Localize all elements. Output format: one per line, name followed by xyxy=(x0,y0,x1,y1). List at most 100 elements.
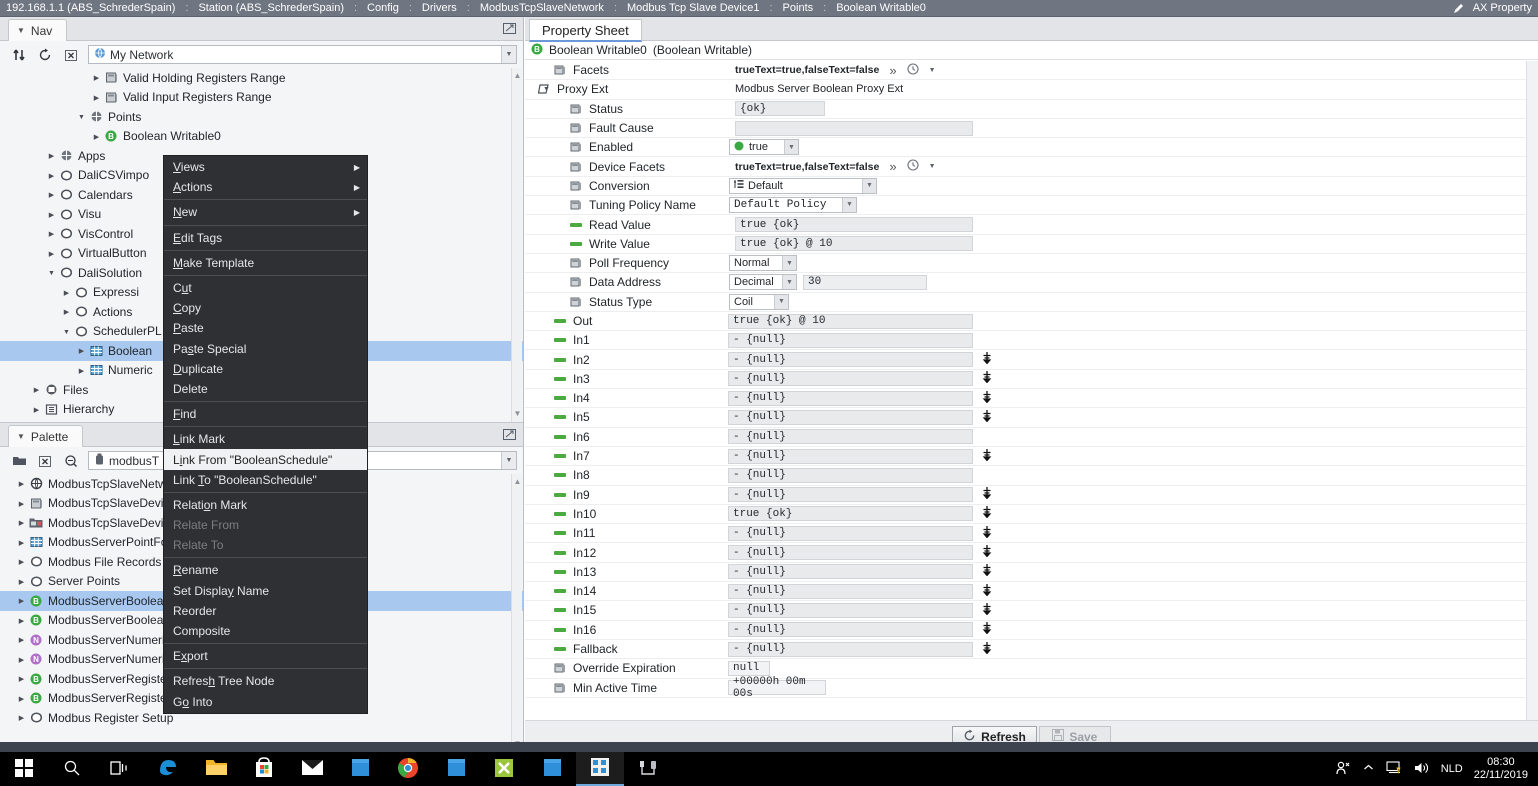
scroll-down-icon[interactable]: ▼ xyxy=(512,408,523,420)
tab-nav[interactable]: ▼ Nav xyxy=(8,19,68,41)
menu-item[interactable]: Composite xyxy=(164,621,367,641)
chevron-down-icon[interactable]: ▼ xyxy=(929,67,936,74)
tree-row[interactable]: ▶ B Boolean Writable0 xyxy=(0,127,523,147)
link-icon[interactable] xyxy=(981,409,993,425)
tree-twisty-icon[interactable]: ▶ xyxy=(15,577,28,586)
link-icon[interactable] xyxy=(981,525,993,541)
volume-icon[interactable] xyxy=(1414,761,1430,778)
property-combo[interactable]: Decimal ▼ xyxy=(729,274,797,291)
tree-twisty-icon[interactable]: ▶ xyxy=(15,557,28,566)
property-twisty-icon[interactable]: ▼ xyxy=(543,86,550,93)
tree-twisty-icon[interactable]: ▶ xyxy=(45,210,58,219)
breadcrumb-item[interactable]: Config xyxy=(361,2,405,14)
excel-button[interactable] xyxy=(480,752,528,786)
menu-item[interactable]: Views ▶ xyxy=(164,157,367,177)
start-button[interactable] xyxy=(0,752,48,786)
people-icon[interactable] xyxy=(1335,760,1351,779)
link-icon[interactable] xyxy=(981,352,993,367)
menu-item[interactable]: Paste xyxy=(164,318,367,338)
tree-twisty-icon[interactable]: ▼ xyxy=(45,268,58,277)
palette-search-dropdown-icon[interactable]: ▼ xyxy=(501,452,516,469)
link-icon[interactable] xyxy=(981,371,993,386)
menu-item[interactable]: Link To "BooleanSchedule" xyxy=(164,470,367,490)
menu-item[interactable]: Rename xyxy=(164,560,367,580)
link-icon[interactable] xyxy=(981,641,993,657)
clock-icon[interactable] xyxy=(907,159,919,174)
tree-twisty-icon[interactable]: ▶ xyxy=(15,635,28,644)
link-icon[interactable] xyxy=(981,583,993,599)
tree-twisty-icon[interactable]: ▶ xyxy=(15,694,28,703)
tree-twisty-icon[interactable]: ▶ xyxy=(45,151,58,160)
scroll-up-icon[interactable]: ▲ xyxy=(512,476,523,488)
menu-item[interactable]: Duplicate xyxy=(164,359,367,379)
window-button-2[interactable] xyxy=(432,752,480,786)
link-icon[interactable] xyxy=(981,506,993,521)
palette-tree-scrollbar[interactable]: ▲ ▼ xyxy=(511,474,522,752)
refresh-icon[interactable] xyxy=(32,44,58,66)
breadcrumb-item[interactable]: ModbusTcpSlaveNetwork xyxy=(474,2,610,14)
tree-twisty-icon[interactable]: ▶ xyxy=(15,596,28,605)
network-warning-icon[interactable]: ! xyxy=(1386,760,1403,778)
tree-twisty-icon[interactable]: ▶ xyxy=(15,674,28,683)
chevron-down-icon[interactable]: ▼ xyxy=(782,256,796,271)
window-button-3[interactable] xyxy=(528,752,576,786)
link-icon[interactable] xyxy=(981,602,993,618)
menu-item[interactable]: New ▶ xyxy=(164,202,367,222)
tree-twisty-icon[interactable]: ▼ xyxy=(60,327,73,336)
tree-twisty-icon[interactable]: ▶ xyxy=(30,385,43,394)
menu-item[interactable]: Refresh Tree Node xyxy=(164,671,367,691)
menu-item[interactable]: Link From "BooleanSchedule" xyxy=(164,449,367,470)
file-explorer-button[interactable] xyxy=(192,752,240,786)
palette-maximize-icon[interactable] xyxy=(502,427,517,442)
property-boolean-combo[interactable]: true ▼ xyxy=(729,139,799,156)
mail-button[interactable] xyxy=(288,752,336,786)
tree-twisty-icon[interactable]: ▶ xyxy=(45,249,58,258)
edit-pencil-icon[interactable] xyxy=(1452,2,1465,15)
tree-twisty-icon[interactable]: ▶ xyxy=(75,366,88,375)
link-icon[interactable] xyxy=(981,564,993,579)
task-view-button[interactable] xyxy=(96,752,144,786)
menu-item[interactable]: Relation Mark xyxy=(164,495,367,515)
tree-twisty-icon[interactable]: ▶ xyxy=(90,73,103,82)
nav-address-dropdown-icon[interactable]: ▼ xyxy=(501,46,516,63)
property-value-input[interactable]: null xyxy=(728,660,770,676)
close-icon[interactable] xyxy=(58,44,84,66)
tree-twisty-icon[interactable]: ▶ xyxy=(15,616,28,625)
menu-item[interactable]: Go Into xyxy=(164,692,367,712)
tree-twisty-icon[interactable]: ▼ xyxy=(75,112,88,121)
chevron-down-icon[interactable]: ▼ xyxy=(774,294,788,309)
menu-item[interactable]: Find xyxy=(164,404,367,424)
property-combo[interactable]: Coil ▼ xyxy=(729,293,789,310)
sort-icon[interactable] xyxy=(6,44,32,66)
property-combo[interactable]: Default ▼ xyxy=(729,177,877,194)
link-icon[interactable] xyxy=(981,487,993,502)
chevron-down-icon[interactable]: ▼ xyxy=(929,163,936,170)
property-address-input[interactable]: 30 xyxy=(803,274,927,290)
menu-item[interactable]: Edit Tags xyxy=(164,228,367,248)
breadcrumb-item[interactable]: Drivers xyxy=(416,2,463,14)
property-combo[interactable]: Normal ▼ xyxy=(729,255,797,272)
tree-row[interactable]: ▶ Valid Holding Registers Range xyxy=(0,68,523,88)
tree-twisty-icon[interactable]: ▶ xyxy=(15,538,28,547)
chevron-double-right-icon[interactable]: » xyxy=(889,159,896,174)
property-combo[interactable]: Default Policy ▼ xyxy=(729,197,857,214)
niagara-button[interactable] xyxy=(576,752,624,786)
tree-twisty-icon[interactable]: ▶ xyxy=(60,307,73,316)
chrome-button[interactable] xyxy=(384,752,432,786)
menu-item[interactable]: Link Mark xyxy=(164,429,367,449)
open-folder-icon[interactable] xyxy=(6,450,32,472)
tree-twisty-icon[interactable]: ▶ xyxy=(45,171,58,180)
search-button[interactable] xyxy=(48,752,96,786)
tree-twisty-icon[interactable]: ▶ xyxy=(15,713,28,722)
menu-item[interactable]: Delete xyxy=(164,379,367,399)
store-button[interactable] xyxy=(240,752,288,786)
tree-twisty-icon[interactable]: ▶ xyxy=(15,655,28,664)
menu-item[interactable]: Copy xyxy=(164,298,367,318)
usb-tool-button[interactable] xyxy=(624,752,672,786)
menu-item[interactable]: Export xyxy=(164,646,367,666)
tab-palette[interactable]: ▼ Palette xyxy=(8,425,84,447)
property-value-input[interactable]: +00000h 00m 00s xyxy=(728,676,826,700)
tree-twisty-icon[interactable]: ▶ xyxy=(15,479,28,488)
chevron-double-right-icon[interactable]: » xyxy=(889,63,896,78)
link-icon[interactable] xyxy=(981,622,993,637)
